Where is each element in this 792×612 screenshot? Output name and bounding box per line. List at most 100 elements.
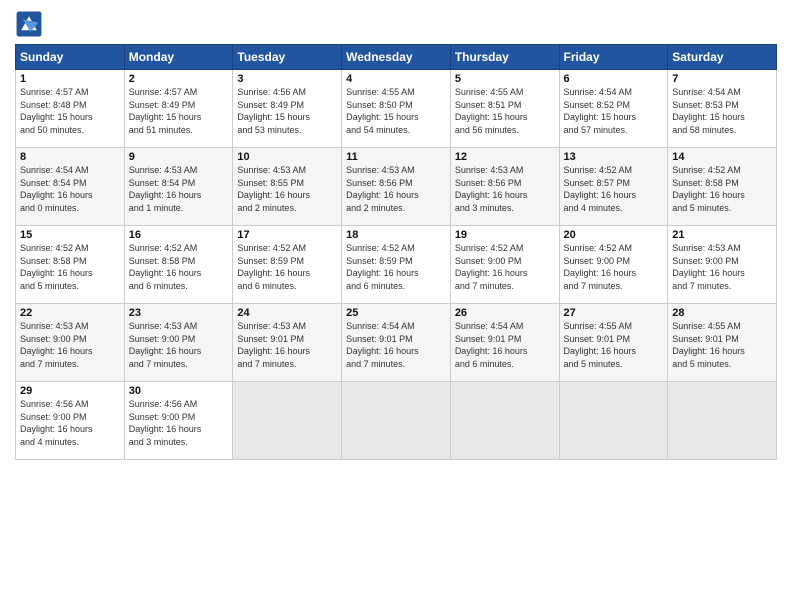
day-info: Sunrise: 4:57 AM Sunset: 8:48 PM Dayligh… <box>20 86 120 136</box>
calendar-cell: 30Sunrise: 4:56 AM Sunset: 9:00 PM Dayli… <box>124 382 233 460</box>
calendar-cell: 13Sunrise: 4:52 AM Sunset: 8:57 PM Dayli… <box>559 148 668 226</box>
day-number: 12 <box>455 151 555 163</box>
logo <box>15 10 47 38</box>
day-info: Sunrise: 4:52 AM Sunset: 8:58 PM Dayligh… <box>129 242 229 292</box>
day-number: 1 <box>20 73 120 85</box>
day-number: 19 <box>455 229 555 241</box>
calendar-cell: 6Sunrise: 4:54 AM Sunset: 8:52 PM Daylig… <box>559 70 668 148</box>
day-info: Sunrise: 4:53 AM Sunset: 9:00 PM Dayligh… <box>20 320 120 370</box>
calendar-cell: 10Sunrise: 4:53 AM Sunset: 8:55 PM Dayli… <box>233 148 342 226</box>
day-number: 25 <box>346 307 446 319</box>
day-info: Sunrise: 4:54 AM Sunset: 8:52 PM Dayligh… <box>564 86 664 136</box>
calendar-week-1: 1Sunrise: 4:57 AM Sunset: 8:48 PM Daylig… <box>16 70 777 148</box>
day-number: 22 <box>20 307 120 319</box>
calendar-cell <box>450 382 559 460</box>
calendar-week-3: 15Sunrise: 4:52 AM Sunset: 8:58 PM Dayli… <box>16 226 777 304</box>
day-info: Sunrise: 4:53 AM Sunset: 9:01 PM Dayligh… <box>237 320 337 370</box>
weekday-header-sunday: Sunday <box>16 45 125 70</box>
day-number: 18 <box>346 229 446 241</box>
calendar-cell: 8Sunrise: 4:54 AM Sunset: 8:54 PM Daylig… <box>16 148 125 226</box>
day-info: Sunrise: 4:55 AM Sunset: 8:50 PM Dayligh… <box>346 86 446 136</box>
weekday-header-monday: Monday <box>124 45 233 70</box>
calendar-cell: 29Sunrise: 4:56 AM Sunset: 9:00 PM Dayli… <box>16 382 125 460</box>
calendar-cell: 12Sunrise: 4:53 AM Sunset: 8:56 PM Dayli… <box>450 148 559 226</box>
calendar-cell: 19Sunrise: 4:52 AM Sunset: 9:00 PM Dayli… <box>450 226 559 304</box>
day-info: Sunrise: 4:53 AM Sunset: 8:55 PM Dayligh… <box>237 164 337 214</box>
day-number: 13 <box>564 151 664 163</box>
day-info: Sunrise: 4:55 AM Sunset: 9:01 PM Dayligh… <box>564 320 664 370</box>
day-info: Sunrise: 4:53 AM Sunset: 8:56 PM Dayligh… <box>346 164 446 214</box>
day-info: Sunrise: 4:52 AM Sunset: 9:00 PM Dayligh… <box>455 242 555 292</box>
day-info: Sunrise: 4:53 AM Sunset: 8:56 PM Dayligh… <box>455 164 555 214</box>
header <box>15 10 777 38</box>
day-number: 17 <box>237 229 337 241</box>
calendar-cell: 20Sunrise: 4:52 AM Sunset: 9:00 PM Dayli… <box>559 226 668 304</box>
day-info: Sunrise: 4:56 AM Sunset: 9:00 PM Dayligh… <box>20 398 120 448</box>
day-info: Sunrise: 4:53 AM Sunset: 8:54 PM Dayligh… <box>129 164 229 214</box>
day-info: Sunrise: 4:53 AM Sunset: 9:00 PM Dayligh… <box>672 242 772 292</box>
day-number: 23 <box>129 307 229 319</box>
day-number: 8 <box>20 151 120 163</box>
calendar-cell <box>559 382 668 460</box>
calendar-cell: 15Sunrise: 4:52 AM Sunset: 8:58 PM Dayli… <box>16 226 125 304</box>
calendar-cell: 28Sunrise: 4:55 AM Sunset: 9:01 PM Dayli… <box>668 304 777 382</box>
day-number: 21 <box>672 229 772 241</box>
day-number: 7 <box>672 73 772 85</box>
calendar-cell <box>668 382 777 460</box>
day-number: 28 <box>672 307 772 319</box>
calendar-cell: 27Sunrise: 4:55 AM Sunset: 9:01 PM Dayli… <box>559 304 668 382</box>
day-number: 10 <box>237 151 337 163</box>
day-info: Sunrise: 4:54 AM Sunset: 8:54 PM Dayligh… <box>20 164 120 214</box>
page: SundayMondayTuesdayWednesdayThursdayFrid… <box>0 0 792 612</box>
weekday-header-saturday: Saturday <box>668 45 777 70</box>
day-info: Sunrise: 4:55 AM Sunset: 8:51 PM Dayligh… <box>455 86 555 136</box>
calendar-cell: 18Sunrise: 4:52 AM Sunset: 8:59 PM Dayli… <box>342 226 451 304</box>
calendar-cell: 26Sunrise: 4:54 AM Sunset: 9:01 PM Dayli… <box>450 304 559 382</box>
calendar-cell: 22Sunrise: 4:53 AM Sunset: 9:00 PM Dayli… <box>16 304 125 382</box>
calendar-cell: 7Sunrise: 4:54 AM Sunset: 8:53 PM Daylig… <box>668 70 777 148</box>
calendar-cell: 24Sunrise: 4:53 AM Sunset: 9:01 PM Dayli… <box>233 304 342 382</box>
calendar-cell: 23Sunrise: 4:53 AM Sunset: 9:00 PM Dayli… <box>124 304 233 382</box>
weekday-header-tuesday: Tuesday <box>233 45 342 70</box>
calendar-cell: 11Sunrise: 4:53 AM Sunset: 8:56 PM Dayli… <box>342 148 451 226</box>
calendar-cell: 14Sunrise: 4:52 AM Sunset: 8:58 PM Dayli… <box>668 148 777 226</box>
day-info: Sunrise: 4:54 AM Sunset: 9:01 PM Dayligh… <box>346 320 446 370</box>
day-info: Sunrise: 4:55 AM Sunset: 9:01 PM Dayligh… <box>672 320 772 370</box>
day-number: 16 <box>129 229 229 241</box>
day-info: Sunrise: 4:53 AM Sunset: 9:00 PM Dayligh… <box>129 320 229 370</box>
weekday-header-wednesday: Wednesday <box>342 45 451 70</box>
day-number: 24 <box>237 307 337 319</box>
calendar-cell: 16Sunrise: 4:52 AM Sunset: 8:58 PM Dayli… <box>124 226 233 304</box>
logo-icon <box>15 10 43 38</box>
day-info: Sunrise: 4:52 AM Sunset: 8:58 PM Dayligh… <box>672 164 772 214</box>
day-info: Sunrise: 4:52 AM Sunset: 8:59 PM Dayligh… <box>237 242 337 292</box>
weekday-header-friday: Friday <box>559 45 668 70</box>
calendar-header-row: SundayMondayTuesdayWednesdayThursdayFrid… <box>16 45 777 70</box>
calendar-cell <box>233 382 342 460</box>
day-info: Sunrise: 4:52 AM Sunset: 8:59 PM Dayligh… <box>346 242 446 292</box>
calendar-cell: 4Sunrise: 4:55 AM Sunset: 8:50 PM Daylig… <box>342 70 451 148</box>
day-number: 2 <box>129 73 229 85</box>
day-info: Sunrise: 4:54 AM Sunset: 9:01 PM Dayligh… <box>455 320 555 370</box>
day-number: 15 <box>20 229 120 241</box>
calendar-cell: 1Sunrise: 4:57 AM Sunset: 8:48 PM Daylig… <box>16 70 125 148</box>
day-number: 9 <box>129 151 229 163</box>
day-number: 11 <box>346 151 446 163</box>
calendar-cell: 25Sunrise: 4:54 AM Sunset: 9:01 PM Dayli… <box>342 304 451 382</box>
day-info: Sunrise: 4:52 AM Sunset: 8:58 PM Dayligh… <box>20 242 120 292</box>
day-number: 30 <box>129 385 229 397</box>
calendar: SundayMondayTuesdayWednesdayThursdayFrid… <box>15 44 777 460</box>
day-number: 26 <box>455 307 555 319</box>
calendar-cell: 21Sunrise: 4:53 AM Sunset: 9:00 PM Dayli… <box>668 226 777 304</box>
day-number: 4 <box>346 73 446 85</box>
day-number: 14 <box>672 151 772 163</box>
weekday-header-thursday: Thursday <box>450 45 559 70</box>
day-number: 3 <box>237 73 337 85</box>
day-info: Sunrise: 4:56 AM Sunset: 9:00 PM Dayligh… <box>129 398 229 448</box>
calendar-cell: 9Sunrise: 4:53 AM Sunset: 8:54 PM Daylig… <box>124 148 233 226</box>
calendar-cell <box>342 382 451 460</box>
calendar-cell: 5Sunrise: 4:55 AM Sunset: 8:51 PM Daylig… <box>450 70 559 148</box>
calendar-week-5: 29Sunrise: 4:56 AM Sunset: 9:00 PM Dayli… <box>16 382 777 460</box>
calendar-week-4: 22Sunrise: 4:53 AM Sunset: 9:00 PM Dayli… <box>16 304 777 382</box>
day-number: 27 <box>564 307 664 319</box>
